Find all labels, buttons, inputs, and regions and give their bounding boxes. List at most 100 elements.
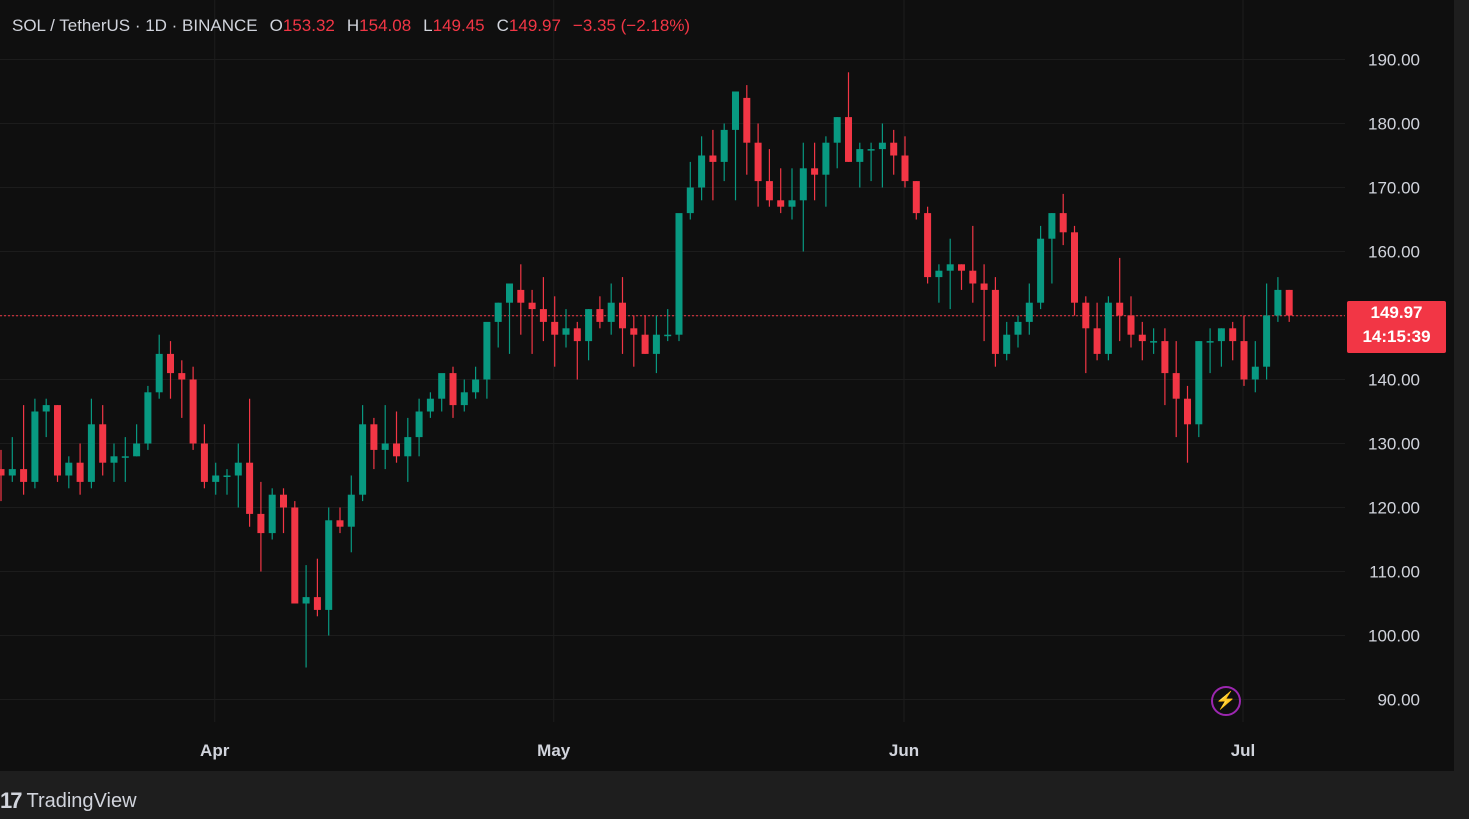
candle-body [483,321,491,380]
symbol-title[interactable]: SOL / TetherUS · 1D · BINANCE [12,16,258,36]
candle [585,309,593,361]
candle-body [912,181,920,214]
candle [799,142,807,252]
candle [1172,341,1180,438]
candle [822,136,830,207]
candle [347,475,355,553]
candle-body [1127,315,1135,335]
candle-body [144,392,152,444]
low-label: L [423,16,433,35]
candle [686,161,694,220]
candlestick-chart[interactable]: 190.00 180.00 170.00 160.00 140.00 130.00 120.… [0,0,1454,771]
candle-body [415,411,423,438]
candle-body [155,353,163,393]
chart-area[interactable]: 190.00 180.00 170.00 160.00 140.00 130.00 120.… [0,0,1454,771]
candle [811,142,819,201]
candle-body [325,520,333,610]
candle-body [607,302,615,322]
candle-body [641,334,649,354]
candle-body [1285,289,1293,316]
candle-body [946,264,954,271]
candle [1048,213,1056,284]
candle [596,296,604,329]
candle [460,379,468,412]
candle [1285,289,1293,322]
candle-body [1014,321,1022,335]
candle-body [133,443,141,457]
candle-body [765,181,773,201]
candle-body [1059,213,1067,233]
candle [1093,302,1101,361]
candle-body [0,469,5,476]
candle [890,129,898,175]
candle [54,405,61,482]
candle-body [1184,398,1191,425]
candle [1274,277,1282,322]
tradingview-name: TradingView [26,789,137,812]
candle [1251,341,1259,393]
candle-body [743,97,751,143]
candle [110,443,118,482]
candle [404,417,412,482]
candle-body [404,437,412,457]
candle [528,289,536,354]
candle-body [1161,341,1169,374]
candle [426,392,434,418]
y-tick-label: 170.00 [1368,179,1420,198]
candle-body [958,264,965,271]
candle-body [246,462,254,514]
candle-body [234,462,242,476]
tradingview-logo[interactable]: 17 TradingView [0,788,137,814]
candle-body [924,213,932,278]
candle-body [596,309,604,322]
candle [901,136,909,188]
candle [980,264,988,342]
candle-body [370,424,378,450]
candle-body [1093,328,1101,354]
candle-body [878,142,886,150]
candle-body [426,398,434,412]
candle [845,72,852,162]
x-tick-label: Apr [200,741,230,760]
candle [65,456,73,489]
candle [472,366,480,399]
candle [754,123,762,207]
candle-body [652,334,660,354]
candle [1037,225,1045,310]
candle [99,405,107,476]
candle [1229,321,1237,361]
candle-body [1071,232,1078,303]
y-tick-label: 160.00 [1368,243,1420,262]
candle-body [54,405,61,476]
candle [87,398,95,489]
y-tick-label: 180.00 [1368,115,1420,134]
candle-body [1263,315,1271,367]
candle-body [65,462,73,476]
candle [1263,283,1271,380]
lightning-icon[interactable]: ⚡ [1211,686,1241,716]
candle-body [732,91,739,130]
candle-body [336,520,344,527]
candle-body [1240,341,1248,380]
candle [551,296,559,367]
price-axis[interactable]: 190.00 180.00 170.00 160.00 140.00 130.00 120.… [1368,51,1420,710]
candle [20,405,28,495]
candle [1127,296,1135,348]
open-label: O [269,16,283,35]
candle-body [257,513,265,534]
low-value: 149.45 [432,16,485,35]
time-axis[interactable]: Apr May Jun Jul [200,741,1255,760]
candle [732,91,739,201]
candle [483,321,491,399]
candle-body [686,187,694,214]
footer-bar [0,771,1469,819]
candle [302,565,310,668]
candle-body [438,373,446,399]
candle-body [1025,302,1033,322]
candle-body [313,597,321,610]
candle-body [562,328,570,335]
candle-body [539,309,547,322]
candle [539,277,547,342]
candle [630,315,638,367]
candle-body [1037,238,1045,303]
